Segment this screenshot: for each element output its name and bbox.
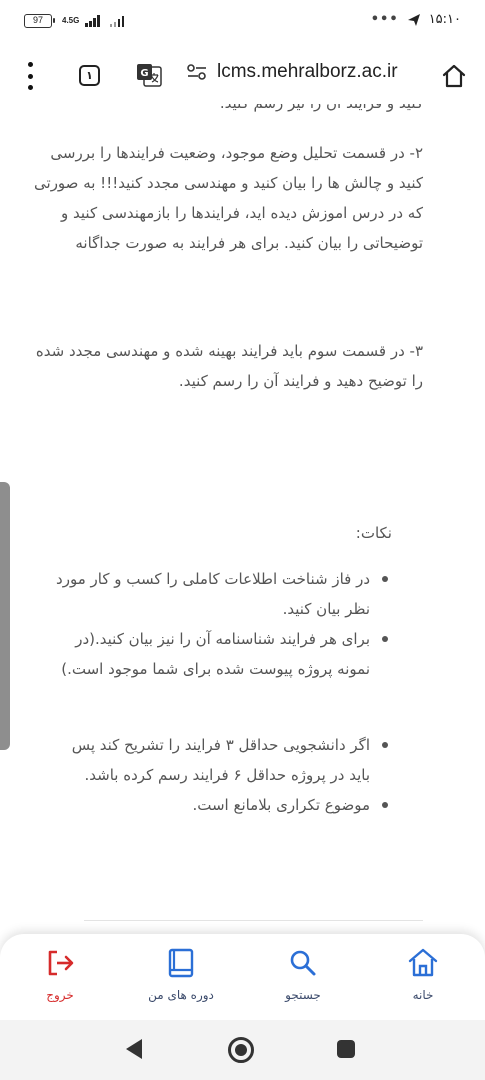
divider <box>84 920 423 921</box>
scrollbar-thumb[interactable] <box>0 482 10 750</box>
nav-search[interactable]: جستجو <box>258 946 348 1002</box>
list-item: در فاز شناخت اطلاعات کاملی را کسب و کار … <box>50 564 392 624</box>
home-nav-icon <box>408 948 438 977</box>
nav-logout-label: خروج <box>46 988 74 1002</box>
clock: ۱۵:۱۰ <box>428 12 461 27</box>
paragraph-3: ۳- در قسمت سوم باید فرایند بهینه شده و م… <box>30 336 423 396</box>
battery-icon: 97 <box>24 14 55 28</box>
nav-my-courses[interactable]: دوره های من <box>136 946 226 1002</box>
home-circle-icon[interactable] <box>228 1037 254 1063</box>
list-item: برای هر فرایند شناسنامه آن را نیز بیان ک… <box>50 624 392 684</box>
nav-home[interactable]: خانه <box>378 946 468 1002</box>
url-text[interactable]: lcms.mehralborz.ac.ir <box>217 61 398 83</box>
status-right: ••• ۱۵:۱۰ <box>371 12 461 27</box>
paragraph-2: ۲- در قسمت تحلیل وضع موجود، وضعیت فرایند… <box>30 138 423 258</box>
system-nav-bar <box>0 1020 485 1080</box>
nav-my-courses-label: دوره های من <box>148 988 214 1002</box>
logout-icon <box>48 950 74 976</box>
paragraph-3-text: ۳- در قسمت سوم باید فرایند بهینه شده و م… <box>35 342 423 390</box>
network-type: 4.5G <box>62 16 80 25</box>
search-icon <box>290 950 316 976</box>
notes-heading: نکات: <box>355 524 392 542</box>
browser-toolbar: ۱ G lcms.mehralborz.ac.ir <box>0 48 485 104</box>
svg-text:G: G <box>140 68 148 79</box>
translate-icon[interactable]: G <box>136 63 162 88</box>
tab-switcher-button[interactable]: ۱ <box>79 65 100 86</box>
site-settings-icon[interactable] <box>187 63 207 81</box>
notification-dots: ••• <box>370 12 399 27</box>
notes-list: در فاز شناخت اطلاعات کاملی را کسب و کار … <box>50 564 392 684</box>
nav-search-label: جستجو <box>285 988 321 1002</box>
bottom-nav: خانه جستجو دوره های من خروج <box>0 934 485 1020</box>
back-icon[interactable] <box>126 1039 142 1059</box>
status-left: 97 4.5G <box>24 14 125 28</box>
paragraph-2-text: ۲- در قسمت تحلیل وضع موجود، وضعیت فرایند… <box>34 144 423 252</box>
page-content: کنید و فرایند آن را نیز رسم کنید. ۲- در … <box>0 104 485 934</box>
list-item: اگر دانشجویی حداقل ۳ فرایند را تشریح کند… <box>50 730 392 790</box>
menu-icon[interactable] <box>20 62 40 90</box>
recents-icon[interactable] <box>337 1040 355 1058</box>
signal-icon <box>85 15 100 27</box>
notes-list-2: اگر دانشجویی حداقل ۳ فرایند را تشریح کند… <box>50 730 392 820</box>
list-item: موضوع تکراری بلامانع است. <box>50 790 392 820</box>
book-icon <box>168 948 194 978</box>
address-bar[interactable]: lcms.mehralborz.ac.ir <box>187 61 398 83</box>
clipped-text-line: کنید و فرایند آن را نیز رسم کنید. <box>30 104 423 118</box>
signal-icon-2 <box>109 15 125 27</box>
nav-logout[interactable]: خروج <box>15 946 105 1002</box>
nav-home-label: خانه <box>412 988 434 1002</box>
status-bar: 97 4.5G ••• ۱۵:۱۰ <box>0 0 485 48</box>
home-icon[interactable] <box>441 63 467 89</box>
send-icon <box>407 13 420 26</box>
